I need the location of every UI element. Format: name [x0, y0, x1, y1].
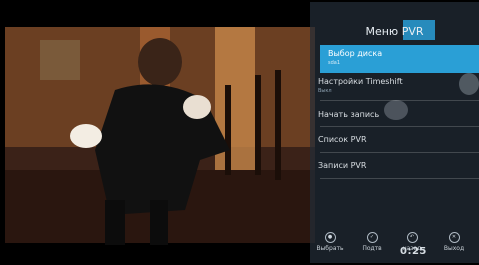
divider	[320, 178, 479, 179]
divider	[320, 152, 479, 153]
menu-item-timeshift-settings[interactable]: Настройки Timeshift Выкл	[318, 77, 479, 94]
menu-item-label: Начать запись	[318, 110, 380, 119]
hint-label: Подтв	[362, 245, 382, 252]
menu-item-label: Записи PVR	[318, 161, 367, 170]
hint-select[interactable]: ● Выбрать	[312, 232, 348, 252]
menu-item-label: Настройки Timeshift	[318, 77, 403, 86]
hint-label: Выбрать	[316, 245, 344, 252]
menu-item-pvr-recordings[interactable]: Записи PVR	[318, 161, 479, 170]
divider	[320, 100, 479, 101]
menu-item-value: sda1	[328, 60, 341, 66]
menu-title: Меню PVR	[365, 25, 424, 38]
hint-confirm[interactable]: ✓ Подтв	[354, 232, 390, 252]
back-icon: ↶	[406, 232, 418, 243]
hint-exit[interactable]: ✕ Выход	[436, 232, 472, 252]
divider	[320, 126, 479, 127]
menu-item-value: Выкл	[318, 88, 332, 94]
pvr-menu-panel: Меню PVR Выбор диска sda1 Настройки Time…	[310, 2, 479, 263]
time-display: 0:25	[400, 246, 427, 257]
ok-icon: ●	[324, 232, 336, 243]
menu-item-label: Выбор диска	[328, 49, 383, 58]
confirm-icon: ✓	[366, 232, 378, 243]
menu-item-start-recording[interactable]: Начать запись	[318, 110, 479, 119]
hint-label: Выход	[443, 245, 465, 252]
menu-item-pvr-list[interactable]: Список PVR	[318, 135, 479, 144]
menu-item-label: Список PVR	[318, 135, 367, 144]
exit-icon: ✕	[448, 232, 460, 243]
menu-item-disk-select[interactable]: Выбор диска sda1	[320, 45, 479, 73]
